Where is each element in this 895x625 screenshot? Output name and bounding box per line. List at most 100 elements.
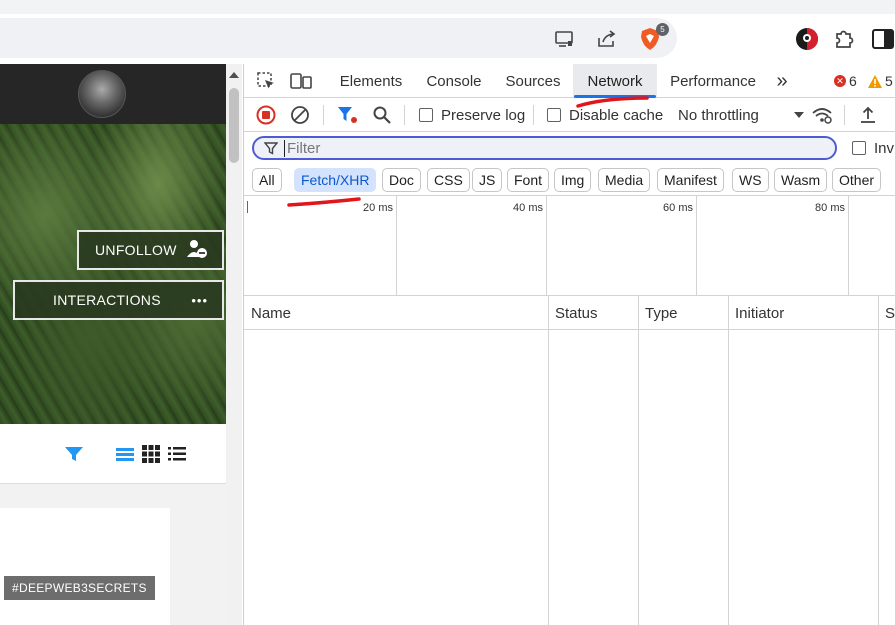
filter-row: Inv bbox=[244, 132, 895, 164]
column-size[interactable]: Si bbox=[878, 296, 895, 330]
toolbar-divider bbox=[323, 105, 324, 125]
error-counter[interactable]: ✕ 6 bbox=[834, 64, 857, 98]
share-icon[interactable] bbox=[595, 27, 619, 51]
devtools-tab-bar: Elements Console Sources Network Perform… bbox=[244, 64, 895, 98]
timeline-gridline bbox=[546, 196, 547, 296]
inspect-element-icon[interactable] bbox=[254, 69, 278, 93]
tab-elements[interactable]: Elements bbox=[332, 64, 410, 98]
network-overview-timeline[interactable]: 20 ms 40 ms 60 ms 80 ms bbox=[244, 196, 895, 296]
view-options-bar bbox=[0, 424, 226, 484]
filter-icon[interactable] bbox=[62, 442, 86, 466]
tab-sources[interactable]: Sources bbox=[500, 64, 566, 98]
type-chip-ws[interactable]: WS bbox=[732, 168, 769, 192]
preserve-log-checkbox[interactable]: Preserve log bbox=[419, 98, 525, 132]
timeline-gridline bbox=[848, 196, 849, 296]
type-chip-other[interactable]: Other bbox=[832, 168, 882, 192]
tab-network[interactable]: Network bbox=[573, 64, 657, 98]
toolbar-divider bbox=[404, 105, 405, 125]
type-chip-media[interactable]: Media bbox=[598, 168, 651, 192]
chevron-down-icon bbox=[794, 112, 804, 118]
disable-cache-checkbox[interactable]: Disable cache bbox=[547, 98, 663, 132]
avatar[interactable] bbox=[78, 70, 126, 118]
invert-label: Inv bbox=[874, 139, 895, 157]
puzzle-icon[interactable] bbox=[832, 26, 858, 52]
preserve-log-label: Preserve log bbox=[441, 106, 526, 124]
import-har-icon[interactable] bbox=[856, 103, 880, 127]
type-chip-css[interactable]: CSS bbox=[427, 168, 470, 192]
column-type[interactable]: Type bbox=[638, 296, 728, 330]
column-divider bbox=[548, 296, 549, 625]
invert-checkbox[interactable]: Inv bbox=[852, 131, 894, 165]
checkbox-box[interactable] bbox=[547, 108, 561, 122]
cast-icon[interactable] bbox=[553, 27, 577, 51]
timeline-label: 40 ms bbox=[513, 202, 543, 214]
checkbox-box[interactable] bbox=[852, 141, 866, 155]
record-stop-icon[interactable] bbox=[254, 103, 278, 127]
device-toolbar-icon[interactable] bbox=[289, 69, 313, 93]
type-chip-manifest[interactable]: Manifest bbox=[657, 168, 724, 192]
timeline-gridline bbox=[696, 196, 697, 296]
error-icon: ✕ bbox=[834, 75, 846, 87]
list-view-icon[interactable] bbox=[113, 442, 137, 466]
extension-icon[interactable] bbox=[794, 26, 820, 52]
tab-strip bbox=[0, 0, 895, 14]
toolbar-divider bbox=[844, 105, 845, 125]
resource-type-filters: All Fetch/XHR Doc CSS JS Font Img Media … bbox=[244, 164, 895, 196]
throttling-select[interactable]: No throttling bbox=[678, 98, 804, 132]
unfollow-button[interactable]: UNFOLLOW bbox=[77, 230, 224, 270]
filter-box[interactable] bbox=[252, 136, 837, 160]
hashtag-tag[interactable]: #DEEPWEB3SECRETS bbox=[4, 576, 155, 600]
type-chip-wasm[interactable]: Wasm bbox=[774, 168, 828, 192]
tab-console[interactable]: Console bbox=[420, 64, 488, 98]
clear-icon[interactable] bbox=[288, 103, 312, 127]
throttling-value: No throttling bbox=[678, 106, 759, 124]
interactions-button[interactable]: INTERACTIONS ••• bbox=[13, 280, 224, 320]
column-status[interactable]: Status bbox=[548, 296, 638, 330]
more-tabs-icon[interactable]: » bbox=[770, 64, 794, 98]
unfollow-label: UNFOLLOW bbox=[95, 242, 177, 258]
network-conditions-icon[interactable] bbox=[810, 103, 834, 127]
funnel-icon bbox=[264, 141, 278, 155]
timeline-cursor bbox=[247, 201, 248, 213]
compact-list-icon[interactable] bbox=[165, 442, 189, 466]
timeline-gridline bbox=[396, 196, 397, 296]
warning-count: 5 bbox=[885, 73, 893, 89]
filter-input[interactable] bbox=[284, 139, 804, 157]
column-divider bbox=[878, 296, 879, 625]
devtools-panel: Elements Console Sources Network Perform… bbox=[243, 64, 895, 625]
interactions-label: INTERACTIONS bbox=[53, 292, 161, 308]
type-chip-font[interactable]: Font bbox=[507, 168, 550, 192]
cover-image bbox=[0, 124, 226, 424]
tab-performance[interactable]: Performance bbox=[664, 64, 762, 98]
type-chip-img[interactable]: Img bbox=[554, 168, 592, 192]
remove-user-icon bbox=[186, 239, 208, 262]
type-chip-fetch-xhr[interactable]: Fetch/XHR bbox=[294, 168, 377, 192]
type-chip-doc[interactable]: Doc bbox=[382, 168, 421, 192]
column-divider bbox=[638, 296, 639, 625]
toolbar-divider bbox=[533, 105, 534, 125]
type-chip-all[interactable]: All bbox=[252, 168, 282, 192]
grid-view-icon[interactable] bbox=[139, 442, 163, 466]
more-icon: ••• bbox=[191, 292, 208, 308]
error-count: 6 bbox=[849, 73, 857, 89]
filter-toggle-icon[interactable] bbox=[336, 103, 360, 127]
requests-table-header: Name Status Type Initiator Si bbox=[244, 296, 895, 330]
search-icon[interactable] bbox=[370, 103, 394, 127]
timeline-label: 60 ms bbox=[663, 202, 693, 214]
network-toolbar: Preserve log Disable cache No throttling bbox=[244, 98, 895, 132]
column-divider bbox=[728, 296, 729, 625]
checkbox-box[interactable] bbox=[419, 108, 433, 122]
column-name[interactable]: Name bbox=[244, 296, 548, 330]
scrollbar-thumb[interactable] bbox=[229, 88, 239, 163]
timeline-label: 20 ms bbox=[363, 202, 393, 214]
post-card[interactable] bbox=[0, 508, 170, 625]
brave-badge: 5 bbox=[656, 23, 669, 36]
type-chip-js[interactable]: JS bbox=[472, 168, 503, 192]
column-initiator[interactable]: Initiator bbox=[728, 296, 878, 330]
warning-icon bbox=[868, 74, 882, 88]
web-page: UNFOLLOW INTERACTIONS ••• #DEEPWEB3SECRE… bbox=[0, 64, 226, 625]
disable-cache-label: Disable cache bbox=[569, 106, 664, 124]
timeline-label: 80 ms bbox=[815, 202, 845, 214]
warning-counter[interactable]: 5 bbox=[868, 64, 893, 98]
sidebar-icon[interactable] bbox=[870, 26, 895, 52]
